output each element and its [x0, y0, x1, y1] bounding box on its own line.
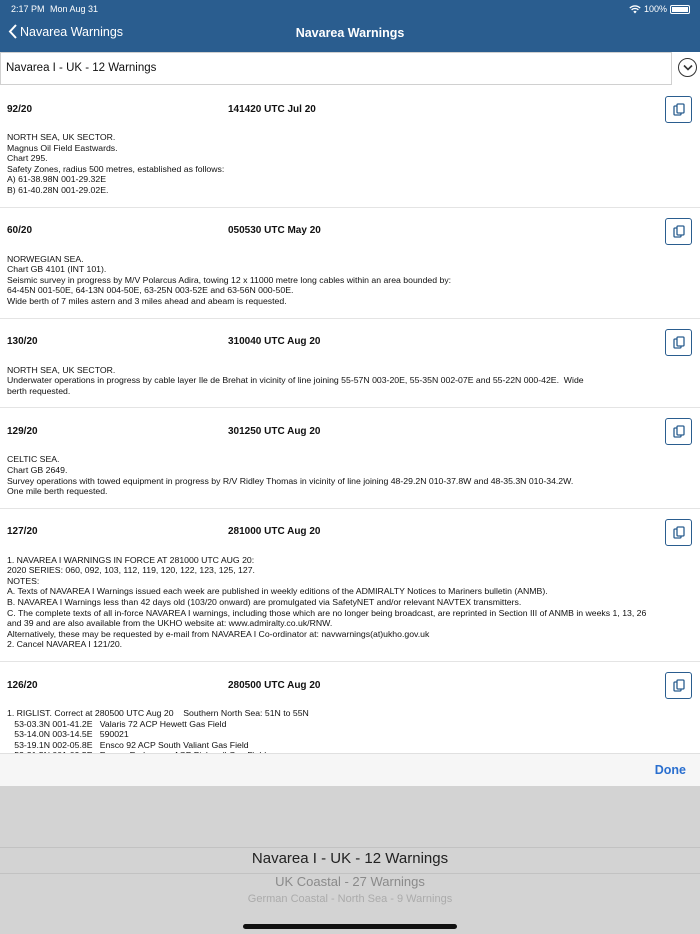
dropdown-toggle-button[interactable]: [678, 58, 697, 77]
warning-time: 141420 UTC Jul 20: [228, 103, 316, 115]
warning-time: 050530 UTC May 20: [228, 225, 321, 237]
wifi-icon: [629, 4, 641, 13]
warning-item: 127/20 281000 UTC Aug 20 1. NAVAREA I WAR…: [0, 509, 700, 663]
warning-number: 126/20: [7, 679, 38, 691]
page-title: Navarea Warnings: [295, 26, 405, 40]
warning-number: 130/20: [7, 336, 38, 348]
warning-body: 1. NAVAREA I WARNINGS IN FORCE AT 281000…: [7, 554, 647, 650]
warnings-list[interactable]: 92/20 141420 UTC Jul 20 NORTH SEA, UK SEC…: [0, 86, 700, 753]
warning-item: 60/20 050530 UTC May 20 NORWEGIAN SEA. Ch…: [0, 208, 700, 319]
status-date: Mon Aug 31: [50, 4, 99, 14]
warning-body: NORWEGIAN SEA. Chart GB 4101 (INT 101). …: [7, 253, 452, 306]
chevron-down-icon: [682, 64, 693, 71]
copy-icon: [672, 335, 685, 349]
navarea-selector[interactable]: Navarea I - UK - 12 Warnings: [0, 52, 672, 85]
warning-body: NORTH SEA, UK SECTOR. Underwater operati…: [7, 364, 584, 396]
warning-number: 60/20: [7, 225, 33, 237]
home-indicator: [243, 924, 457, 929]
warning-time: 280500 UTC Aug 20: [228, 679, 321, 691]
warning-item: 126/20 280500 UTC Aug 20 1. RIGLIST. Corr…: [0, 662, 700, 753]
status-bar: 2:17 PM Mon Aug 31 100%: [0, 2, 700, 16]
warning-body: CELTIC SEA. Chart GB 2649. Survey operat…: [7, 454, 574, 497]
battery-icon: [670, 4, 690, 14]
status-time: 2:17 PM: [11, 4, 45, 14]
copy-icon: [672, 425, 685, 438]
warning-time: 301250 UTC Aug 20: [228, 425, 321, 437]
navigation-bar: 2:17 PM Mon Aug 31 100% Navarea Warnings…: [0, 0, 700, 52]
done-button[interactable]: Done: [655, 763, 686, 777]
status-right: 100%: [629, 4, 690, 14]
warning-time: 281000 UTC Aug 20: [228, 526, 321, 538]
copy-button[interactable]: [665, 672, 692, 700]
warning-body: NORTH SEA, UK SECTOR. Magnus Oil Field E…: [7, 132, 225, 195]
copy-button[interactable]: [665, 518, 692, 546]
warning-body: 1. RIGLIST. Correct at 280500 UTC Aug 20…: [7, 708, 309, 753]
warning-number: 127/20: [7, 526, 38, 538]
copy-icon: [672, 103, 685, 116]
picker-toolbar: Done: [0, 753, 700, 786]
battery-percent: 100%: [643, 4, 667, 14]
warning-number: 129/20: [7, 425, 38, 437]
warning-item: 129/20 301250 UTC Aug 20 CELTIC SEA. Char…: [0, 408, 700, 509]
copy-icon: [672, 526, 685, 539]
copy-button[interactable]: [665, 328, 692, 356]
copy-button[interactable]: [665, 96, 692, 123]
copy-button[interactable]: [665, 418, 692, 446]
navarea-picker[interactable]: Navarea I - UK - 12 Warnings UK Coastal …: [0, 786, 700, 934]
copy-icon: [672, 679, 685, 692]
warning-item: 130/20 310040 UTC Aug 20 NORTH SEA, UK SE…: [0, 319, 700, 409]
picker-option-selected[interactable]: Navarea I - UK - 12 Warnings: [0, 850, 700, 867]
picker-option[interactable]: German Coastal - North Sea - 9 Warnings: [0, 893, 700, 905]
picker-selection-line-top: [0, 847, 700, 848]
warning-number: 92/20: [7, 103, 33, 115]
warning-item: 92/20 141420 UTC Jul 20 NORTH SEA, UK SEC…: [0, 86, 700, 208]
picker-option[interactable]: UK Coastal - 27 Warnings: [0, 874, 700, 889]
copy-button[interactable]: [665, 217, 692, 245]
warning-time: 310040 UTC Aug 20: [228, 336, 321, 348]
copy-icon: [672, 224, 685, 238]
